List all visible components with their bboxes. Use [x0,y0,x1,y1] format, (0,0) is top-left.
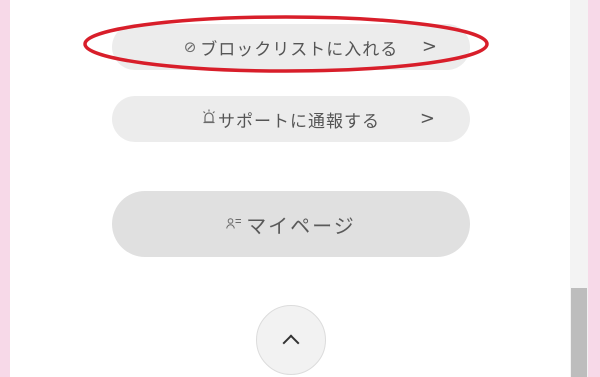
chevron-right-icon: > [421,36,438,58]
user-list-icon [226,216,242,233]
add-to-blocklist-content: ⊘ ブロックリストに入れる [184,35,399,60]
siren-icon [202,109,216,129]
chevron-up-icon [282,334,300,352]
add-to-blocklist-label: ブロックリストに入れる [200,39,399,60]
mypage-label: マイページ [246,213,356,238]
scroll-to-top-button[interactable] [256,305,326,375]
add-to-blocklist-button[interactable]: ⊘ ブロックリストに入れる > [112,24,470,70]
scrollbar-thumb[interactable] [571,288,587,377]
mypage-button[interactable]: マイページ [112,191,470,257]
chevron-right-icon: > [419,108,436,130]
mypage-content: マイページ [226,210,356,239]
report-to-support-button[interactable]: サポートに通報する > [112,96,470,142]
report-to-support-label: サポートに通報する [218,111,380,132]
no-entry-icon: ⊘ [183,38,198,56]
report-to-support-content: サポートに通報する [202,107,380,132]
